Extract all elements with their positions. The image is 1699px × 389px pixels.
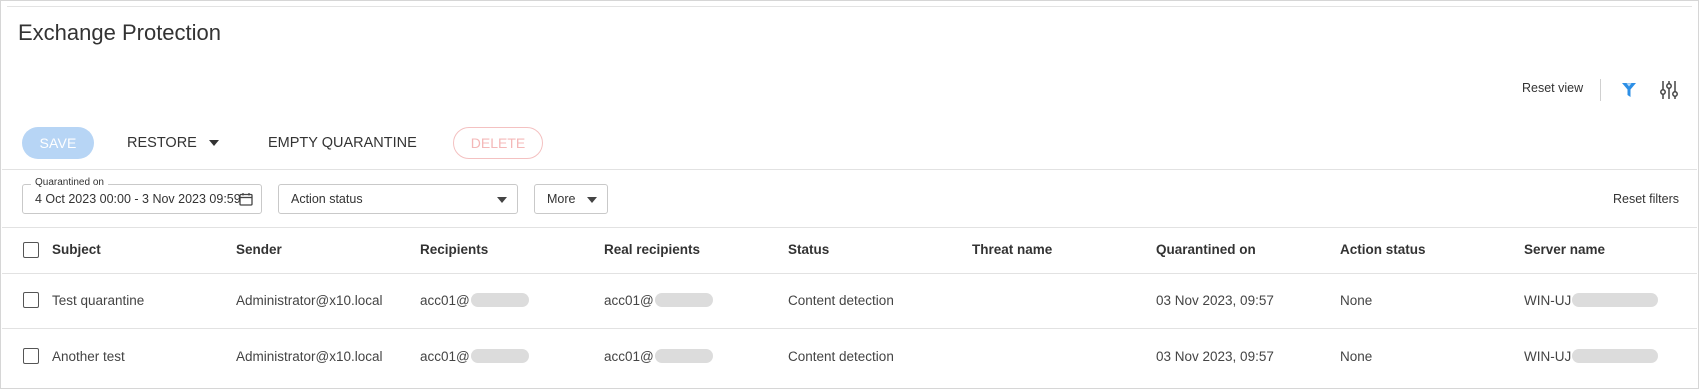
real-recipients-text: acc01@ [604, 293, 654, 308]
column-header-sender[interactable]: Sender [236, 242, 282, 257]
more-label: More [547, 192, 576, 206]
top-divider [7, 6, 1692, 7]
recipients-text: acc01@ [420, 293, 470, 308]
save-button[interactable]: SAVE [22, 127, 94, 159]
divider [2, 169, 1697, 170]
date-range-value: 4 Oct 2023 00:00 - 3 Nov 2023 09:59 [35, 192, 241, 206]
cell-sender: Administrator@x10.local [236, 349, 383, 364]
column-header-action-status[interactable]: Action status [1340, 242, 1426, 257]
action-status-select[interactable]: Action status [278, 184, 518, 214]
redacted-block [654, 293, 713, 308]
funnel-icon[interactable] [1618, 79, 1640, 101]
action-status-placeholder: Action status [291, 192, 363, 206]
redacted-block [1572, 293, 1659, 308]
column-header-status[interactable]: Status [788, 242, 829, 257]
column-header-subject[interactable]: Subject [52, 242, 101, 257]
cell-recipients: acc01@ [420, 293, 529, 308]
cell-recipients: acc01@ [420, 349, 529, 364]
row-checkbox[interactable] [23, 348, 39, 364]
redacted-block [470, 293, 529, 308]
cell-server-name: WIN-UJ [1524, 349, 1659, 364]
redacted-block [654, 349, 713, 364]
cell-quarantined-on: 03 Nov 2023, 09:57 [1156, 349, 1274, 364]
cell-status: Content detection [788, 293, 894, 308]
cell-real-recipients: acc01@ [604, 349, 713, 364]
server-name-text: WIN-UJ [1524, 293, 1572, 308]
delete-button[interactable]: DELETE [453, 127, 543, 159]
column-header-recipients[interactable]: Recipients [420, 242, 488, 257]
restore-dropdown-button[interactable]: RESTORE [127, 127, 219, 159]
exchange-protection-panel: Exchange Protection Reset view SAVE REST… [0, 0, 1699, 389]
cell-server-name: WIN-UJ [1524, 293, 1659, 308]
cell-sender: Administrator@x10.local [236, 293, 383, 308]
calendar-icon[interactable] [239, 192, 253, 206]
cell-subject: Test quarantine [52, 293, 145, 308]
recipients-text: acc01@ [420, 349, 470, 364]
cell-subject: Another test [52, 349, 125, 364]
caret-down-icon [208, 140, 219, 146]
cell-real-recipients: acc01@ [604, 293, 713, 308]
reset-view-link[interactable]: Reset view [1522, 81, 1583, 95]
page-title: Exchange Protection [18, 20, 222, 45]
row-checkbox[interactable] [23, 292, 39, 308]
cell-status: Content detection [788, 349, 894, 364]
column-header-real-recipients[interactable]: Real recipients [604, 242, 700, 257]
cell-action-status: None [1340, 349, 1373, 364]
reset-filters-link[interactable]: Reset filters [1613, 192, 1679, 206]
column-header-threat-name[interactable]: Threat name [972, 242, 1052, 257]
caret-down-icon [587, 197, 597, 203]
cell-action-status: None [1340, 293, 1373, 308]
empty-quarantine-button[interactable]: EMPTY QUARANTINE [268, 127, 417, 159]
redacted-block [470, 349, 529, 364]
quarantined-on-date-range-input[interactable]: 4 Oct 2023 00:00 - 3 Nov 2023 09:59 [22, 184, 262, 214]
cell-quarantined-on: 03 Nov 2023, 09:57 [1156, 293, 1274, 308]
more-filters-select[interactable]: More [534, 184, 608, 214]
column-header-quarantined-on[interactable]: Quarantined on [1156, 242, 1256, 257]
divider [2, 328, 1697, 329]
caret-down-icon [497, 197, 507, 203]
restore-label: RESTORE [127, 135, 197, 151]
toolbar-separator [1600, 79, 1601, 101]
column-header-server-name[interactable]: Server name [1524, 242, 1605, 257]
server-name-text: WIN-UJ [1524, 349, 1572, 364]
real-recipients-text: acc01@ [604, 349, 654, 364]
sliders-icon[interactable] [1658, 79, 1680, 101]
divider [2, 227, 1697, 228]
select-all-checkbox[interactable] [23, 242, 39, 258]
redacted-block [1572, 349, 1659, 364]
divider [2, 273, 1697, 274]
quarantined-on-field-label: Quarantined on [31, 177, 108, 188]
